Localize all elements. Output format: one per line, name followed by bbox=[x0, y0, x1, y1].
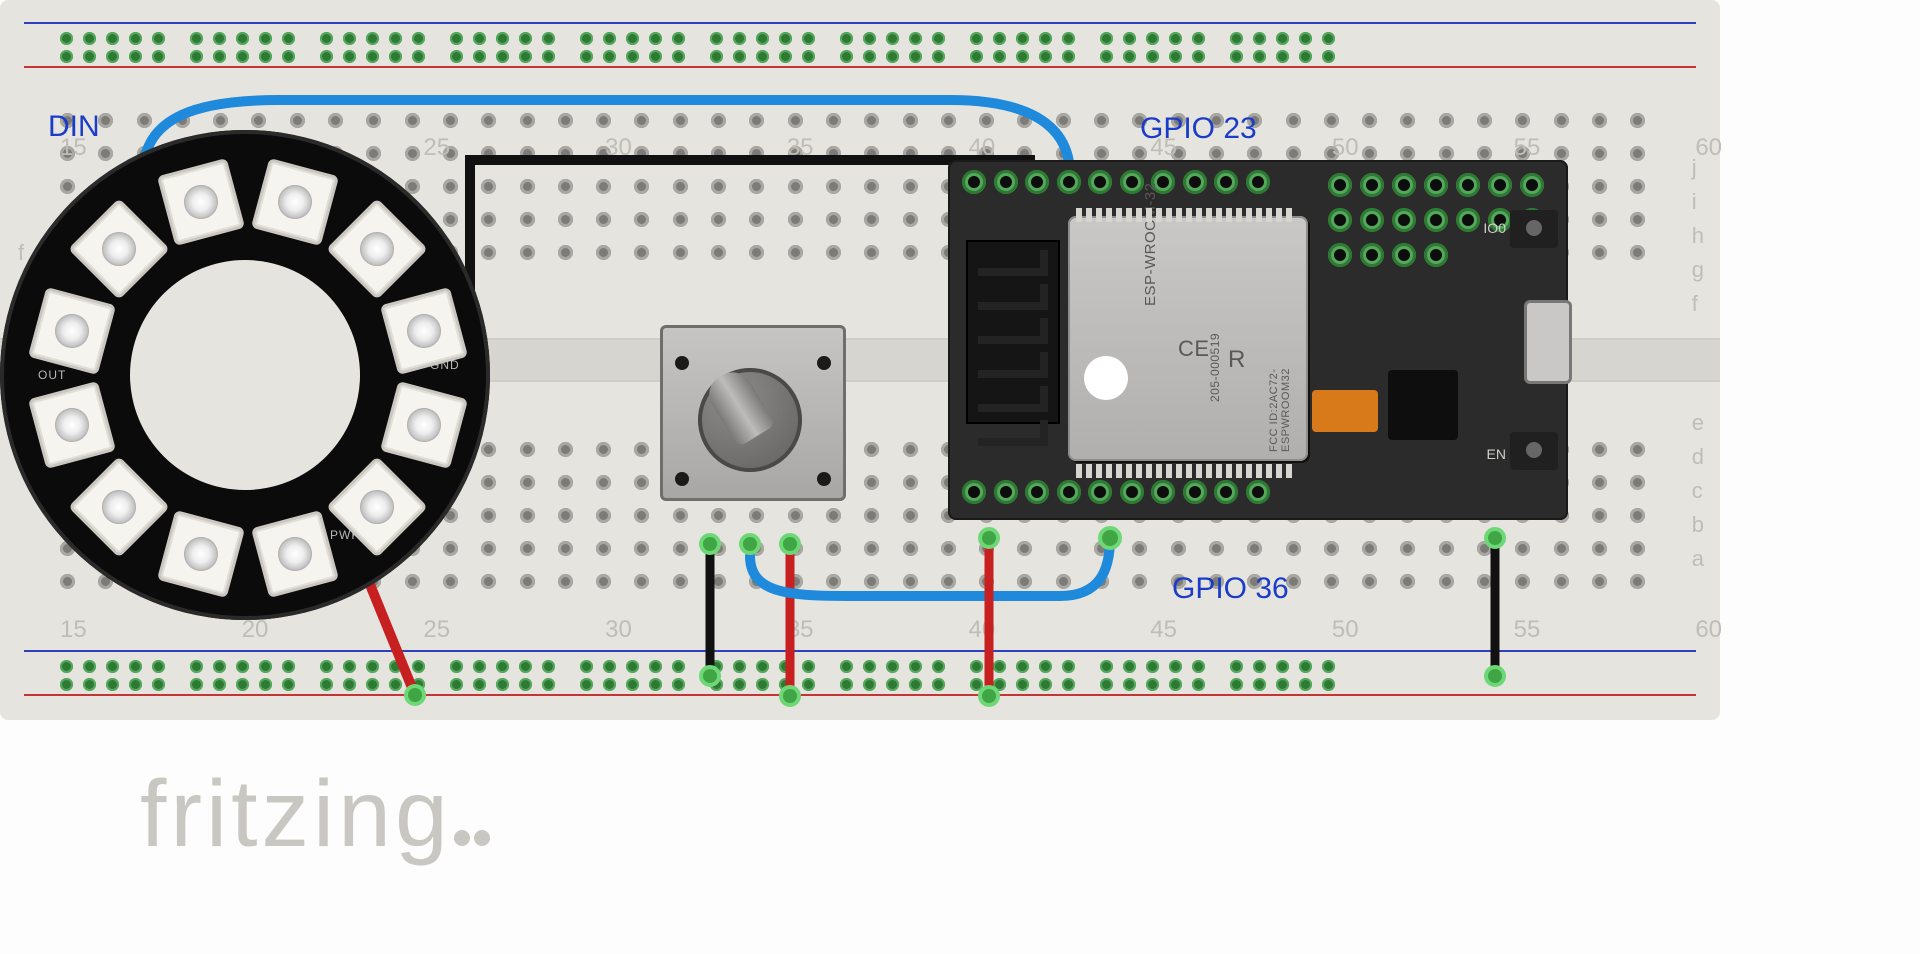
breadboard: 15202530354045505560 1520253035404550556… bbox=[0, 0, 1720, 720]
bottom-power-rail bbox=[0, 638, 1720, 710]
esp-pinheader-top bbox=[962, 170, 1288, 200]
col-numbers-bot: 15202530354045505560 bbox=[60, 616, 1722, 644]
fritzing-watermark: fritzing bbox=[140, 760, 492, 869]
esp-regulator-chip bbox=[1388, 370, 1458, 440]
pot-screw bbox=[817, 472, 831, 486]
rail-line-pos-bot bbox=[24, 694, 1696, 696]
esp-antenna bbox=[966, 240, 1060, 424]
row-labels-right-upper: jihgf bbox=[1692, 155, 1704, 325]
wifi-logo-icon bbox=[1084, 356, 1128, 400]
pot-screw bbox=[817, 356, 831, 370]
annotation-din: DIN bbox=[48, 110, 100, 144]
esp-btn-io0-label: IO0 bbox=[1483, 220, 1506, 236]
bot-rail-holes-1 bbox=[60, 660, 1660, 673]
esp-button-en[interactable] bbox=[1510, 432, 1558, 470]
esp-pinheader-bot bbox=[962, 480, 1288, 510]
esp-shield: ESP-WROOM-32 205-000519 FCC ID:2AC72-ESP… bbox=[1068, 216, 1308, 461]
shield-pins-bot bbox=[1076, 464, 1304, 478]
potentiometer bbox=[660, 310, 840, 500]
micro-usb-port[interactable] bbox=[1524, 300, 1572, 384]
diagram-stage: 15202530354045505560 1520253035404550556… bbox=[0, 0, 1920, 954]
esp-btn-en-label: EN bbox=[1487, 446, 1506, 462]
top-rail-holes-1 bbox=[60, 32, 1660, 45]
shield-pins-top bbox=[1076, 208, 1304, 222]
rail-line-neg bbox=[24, 22, 1696, 24]
neopixel-ring: OUT GND PWR bbox=[0, 130, 490, 620]
pot-screw bbox=[675, 472, 689, 486]
ring-pin-out-label: OUT bbox=[38, 368, 66, 382]
annotation-gpio36: GPIO 36 bbox=[1172, 572, 1289, 606]
rail-line-neg-bot bbox=[24, 650, 1696, 652]
top-power-rail bbox=[0, 10, 1720, 82]
bot-rail-holes-2 bbox=[60, 678, 1660, 691]
esp-capacitor bbox=[1312, 390, 1378, 432]
esp-button-io0[interactable] bbox=[1510, 210, 1558, 248]
ring-hole bbox=[130, 260, 360, 490]
shield-text-2: 205-000519 bbox=[1208, 333, 1222, 402]
row-labels-right-lower: edcba bbox=[1692, 410, 1704, 580]
shield-text-1: ESP-WROOM-32 bbox=[1142, 182, 1159, 306]
top-rail-holes-2 bbox=[60, 50, 1660, 63]
annotation-gpio23: GPIO 23 bbox=[1140, 112, 1257, 146]
esp32-board: ESP-WROOM-32 205-000519 FCC ID:2AC72-ESP… bbox=[948, 160, 1568, 520]
pot-screw bbox=[675, 356, 689, 370]
watermark-text: fritzing bbox=[140, 761, 452, 867]
shield-text-3: FCC ID:2AC72-ESPWROOM32 bbox=[1268, 368, 1292, 452]
rail-line-pos bbox=[24, 66, 1696, 68]
